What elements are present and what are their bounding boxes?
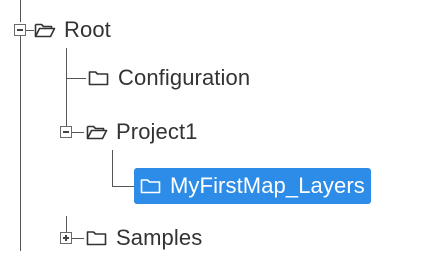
tree-connector — [66, 84, 67, 126]
tree-connector — [112, 150, 113, 186]
tree-connector — [72, 238, 84, 239]
samples-expand-toggle[interactable] — [60, 232, 72, 244]
folder-icon — [86, 231, 107, 246]
tree-node-myfirstmap-layers[interactable]: MyFirstMap_Layers — [134, 168, 371, 204]
root-collapse-toggle[interactable] — [14, 24, 26, 36]
tree-connector — [26, 30, 34, 31]
tree-connector — [66, 78, 86, 79]
tree-view: Root Configuration Project1 MyFirstMap_L… — [0, 0, 444, 251]
tree-node-project1[interactable]: Project1 — [86, 114, 198, 150]
tree-node-label: Configuration — [118, 65, 251, 90]
folder-icon — [140, 179, 161, 194]
tree-connector — [112, 186, 134, 187]
tree-node-label: Project1 — [116, 119, 198, 144]
tree-connector — [20, 0, 21, 22]
folder-open-icon — [34, 23, 56, 38]
tree-node-root[interactable]: Root — [34, 12, 111, 48]
tree-connector — [72, 132, 84, 133]
tree-node-configuration[interactable]: Configuration — [88, 60, 250, 96]
project1-collapse-toggle[interactable] — [60, 126, 72, 138]
tree-node-label: Root — [64, 17, 111, 42]
tree-node-label: Samples — [116, 225, 203, 250]
folder-icon — [88, 71, 109, 86]
tree-connector — [20, 36, 21, 251]
tree-node-label: MyFirstMap_Layers — [170, 173, 365, 198]
folder-open-icon — [86, 125, 108, 140]
